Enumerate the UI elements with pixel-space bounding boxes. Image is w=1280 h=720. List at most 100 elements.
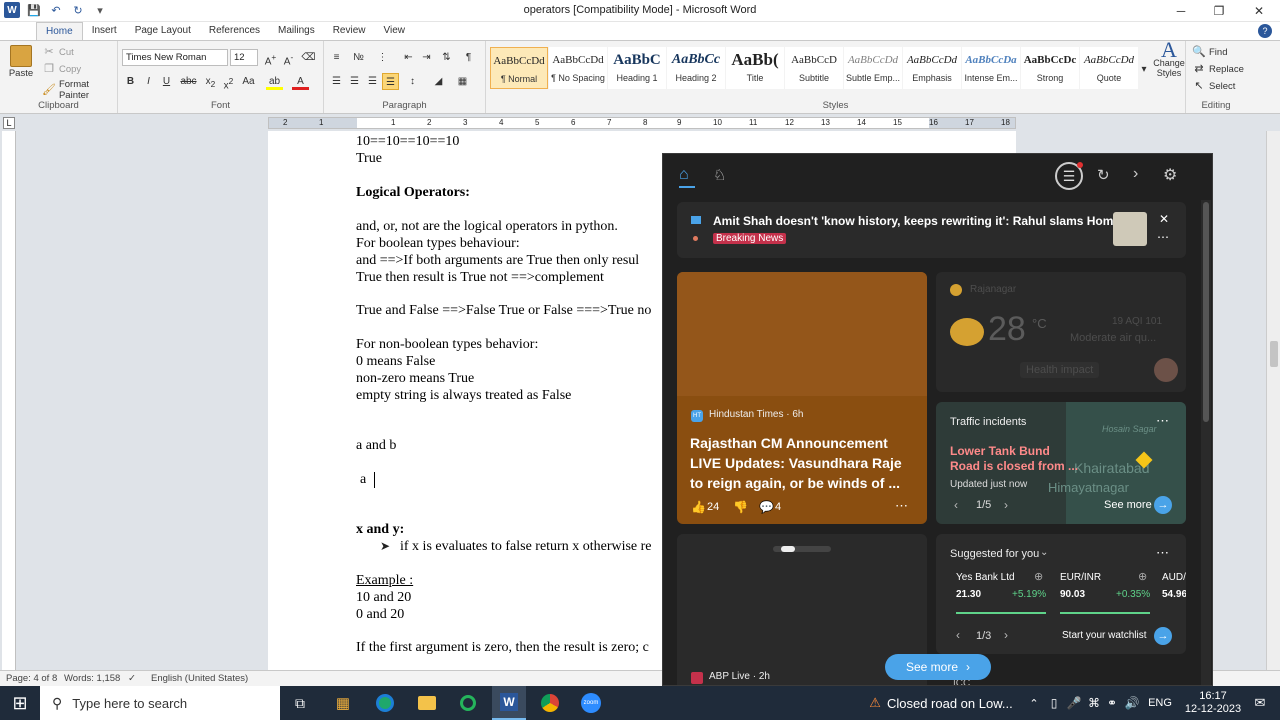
horizontal-ruler[interactable]: 2 1 1 2 3 4 5 6 7 8 9 10 11 12 13 14 15 … — [268, 117, 1016, 129]
close-icon[interactable]: ✕ — [1159, 212, 1169, 226]
file-explorer-icon[interactable] — [414, 686, 440, 720]
task-view-icon[interactable]: ⧉ — [286, 686, 314, 720]
maximize-button[interactable]: ❐ — [1200, 0, 1238, 22]
paste-button[interactable]: Paste — [6, 45, 36, 79]
style-emphasis[interactable]: AaBbCcDd Emphasis — [903, 47, 961, 89]
font-size-combo[interactable]: 12 — [230, 49, 258, 66]
align-right-button[interactable]: ☰ — [364, 73, 381, 90]
taskbar-search[interactable]: ⚲ Type here to search — [40, 686, 280, 720]
green-app-icon[interactable] — [455, 686, 481, 720]
chrome-icon[interactable] — [537, 686, 563, 720]
find-button[interactable]: 🔍 Find — [1192, 45, 1227, 59]
minimize-button[interactable]: ─ — [1162, 0, 1200, 22]
clear-format-button[interactable]: ⌫ — [300, 49, 317, 66]
tab-page-layout[interactable]: Page Layout — [126, 22, 200, 40]
add-stock-icon[interactable]: ⊕ — [1034, 570, 1043, 583]
shrink-font-button[interactable]: A- — [280, 49, 297, 67]
language-indicator[interactable]: ENG — [1146, 686, 1174, 720]
dislike-icon[interactable]: 👎 — [733, 500, 748, 514]
bold-button[interactable]: B — [122, 73, 139, 90]
expand-icon[interactable]: › — [1133, 165, 1138, 183]
notifications-icon[interactable]: ✉ — [1248, 686, 1272, 720]
close-button[interactable]: ✕ — [1240, 0, 1278, 22]
more-options-icon[interactable]: ⋯ — [1157, 230, 1169, 244]
underline-button[interactable]: U — [158, 73, 175, 90]
edge-icon[interactable] — [372, 686, 398, 720]
replace-button[interactable]: ⇄ Replace — [1192, 62, 1243, 76]
style-title[interactable]: AaBb(Title — [726, 47, 784, 89]
highlight-button[interactable]: ab — [266, 73, 283, 90]
align-center-button[interactable]: ☰ — [346, 73, 363, 90]
news-card[interactable]: HT Hindustan Times · 6h Rajasthan CM Ann… — [677, 272, 927, 524]
weather-card[interactable]: Rajanagar 28 °C 19 AQI 101 Moderate air … — [936, 272, 1186, 392]
line-spacing-button[interactable]: ↕ — [404, 73, 421, 90]
numbering-button[interactable]: № — [350, 49, 367, 66]
start-watchlist[interactable]: Start your watchlist — [1062, 630, 1146, 641]
word-taskbar-icon[interactable]: W — [492, 686, 526, 720]
more-options-icon[interactable]: ⋯ — [1156, 545, 1169, 561]
italic-button[interactable]: I — [140, 73, 157, 90]
align-left-button[interactable]: ☰ — [328, 73, 345, 90]
volume-icon[interactable]: 🔊 — [1124, 686, 1140, 720]
refresh-icon[interactable]: ↻ — [1097, 166, 1110, 184]
store-icon[interactable]: ▦ — [330, 686, 356, 720]
widgets-home-icon[interactable]: ⌂ — [679, 166, 689, 184]
next-icon[interactable]: › — [1004, 498, 1008, 512]
page-count[interactable]: Page: 4 of 8 — [6, 673, 57, 684]
news-ticker[interactable]: ⚠ Closed road on Low... — [866, 686, 1016, 720]
style-subtitle[interactable]: AaBbCcD Subtitle — [785, 47, 843, 89]
see-more-button[interactable]: See more › — [885, 654, 991, 680]
prev-icon[interactable]: ‹ — [956, 628, 960, 642]
grow-font-button[interactable]: A+ — [262, 49, 279, 67]
format-painter-button[interactable]: 🖌 Format Painter — [42, 79, 117, 101]
style-heading-1[interactable]: AaBbC Heading 1 — [608, 47, 666, 89]
show-marks-button[interactable]: ¶ — [460, 49, 477, 66]
breaking-news-card[interactable]: Amit Shah doesn't 'know history, keeps r… — [677, 202, 1186, 258]
borders-button[interactable]: ▦ — [454, 73, 471, 90]
more-options-icon[interactable]: ⋯ — [1156, 413, 1169, 429]
font-color-button[interactable]: A — [292, 73, 309, 90]
style-normal[interactable]: AaBbCcDd ¶ Normal — [490, 47, 548, 89]
style-intense-emphasis[interactable]: AaBbCcDa Intense Em... — [962, 47, 1020, 89]
tab-home[interactable]: Home — [36, 22, 83, 40]
show-hidden-icons[interactable]: ⌃ — [1026, 686, 1042, 720]
wifi-icon[interactable]: ⌘ — [1086, 686, 1102, 720]
subscript-button[interactable]: x2 — [202, 73, 219, 90]
style-strong[interactable]: AaBbCcDc Strong — [1021, 47, 1079, 89]
tab-mailings[interactable]: Mailings — [269, 22, 324, 40]
decrease-indent-button[interactable]: ⇤ — [400, 49, 417, 66]
increase-indent-button[interactable]: ⇥ — [418, 49, 435, 66]
next-icon[interactable]: › — [1004, 628, 1008, 642]
tab-insert[interactable]: Insert — [83, 22, 126, 40]
suggested-card[interactable]: Suggested for you ⌄ ⋯ Yes Bank Ltd ⊕ 21.… — [936, 534, 1186, 654]
sort-button[interactable]: ⇅ — [438, 49, 455, 66]
game-icon[interactable]: ♘ — [713, 166, 726, 184]
prev-icon[interactable]: ‹ — [954, 498, 958, 512]
network-icon[interactable]: ⚭ — [1104, 686, 1120, 720]
cut-button[interactable]: ✂ Cut — [42, 45, 73, 59]
style-subtle-emphasis[interactable]: AaBbCcDd Subtle Emp... — [844, 47, 902, 89]
battery-icon[interactable]: ▯ — [1046, 686, 1062, 720]
style-quote[interactable]: AaBbCcDd Quote — [1080, 47, 1138, 89]
add-stock-icon[interactable]: ⊕ — [1138, 570, 1147, 583]
tab-view[interactable]: View — [375, 22, 415, 40]
style-no-spacing[interactable]: AaBbCcDd ¶ No Spacing — [549, 47, 607, 89]
widgets-scrollbar[interactable] — [1201, 200, 1211, 685]
help-icon[interactable]: ? — [1258, 24, 1272, 38]
copy-button[interactable]: ❐ Copy — [42, 62, 81, 76]
zoom-icon[interactable]: zoom — [578, 686, 604, 720]
scroll-thumb[interactable] — [1270, 341, 1278, 367]
clock[interactable]: 16:17 12-12-2023 — [1182, 686, 1244, 720]
like-icon[interactable]: 👍 — [691, 500, 706, 514]
tab-selector[interactable]: L — [3, 117, 15, 129]
weather-location[interactable]: Rajanagar — [970, 284, 1016, 295]
more-options-icon[interactable]: ⋯ — [895, 498, 908, 514]
comment-icon[interactable]: 💬 — [759, 500, 774, 514]
change-case-button[interactable]: Aa — [240, 73, 257, 90]
weather-health[interactable]: Health impact — [1020, 362, 1100, 378]
style-heading-2[interactable]: AaBbCc Heading 2 — [667, 47, 725, 89]
start-icon[interactable]: ⊞ — [8, 686, 32, 720]
shading-button[interactable]: ◢ — [430, 73, 447, 90]
change-styles-button[interactable]: A Change Styles — [1153, 39, 1185, 79]
vertical-ruler[interactable] — [2, 131, 16, 670]
